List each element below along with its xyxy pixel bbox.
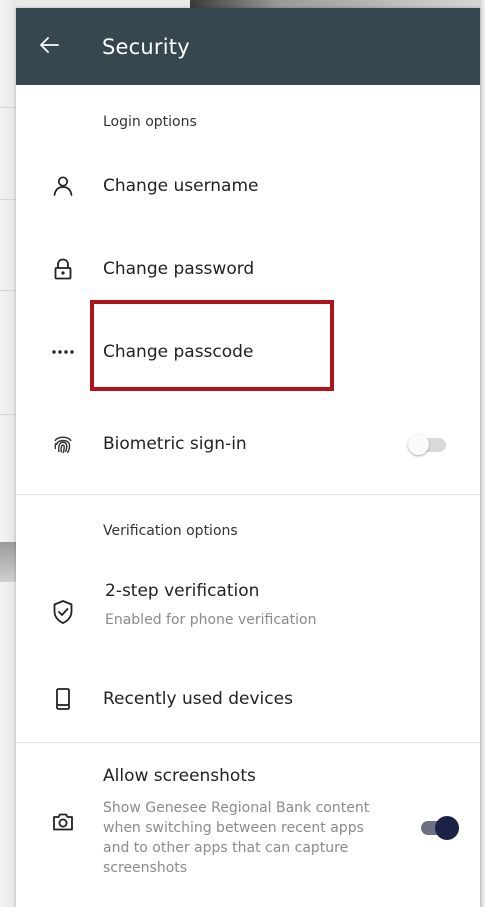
menu-item-label: Allow screenshots [103, 766, 256, 786]
section-divider [16, 494, 480, 495]
menu-item-label: Change password [103, 259, 255, 279]
back-button[interactable] [16, 8, 80, 85]
fingerprint-icon [49, 430, 77, 458]
page-title: Security [102, 34, 190, 59]
background-divider [0, 290, 16, 291]
menu-item-allow-screenshots[interactable]: Allow screenshots Show Genesee Regional … [16, 760, 480, 890]
background-divider [0, 414, 16, 415]
passcode-dots-icon [49, 338, 77, 366]
menu-item-change-username[interactable]: Change username [16, 156, 480, 216]
background-divider [0, 199, 16, 200]
menu-item-biometric-sign-in[interactable]: Biometric sign-in [16, 414, 480, 474]
section-label-login-options: Login options [103, 114, 197, 130]
security-screen: Security Login options Change username C… [16, 8, 480, 907]
biometric-toggle[interactable] [408, 434, 448, 455]
menu-item-label: Biometric sign-in [103, 434, 247, 454]
menu-item-label: 2-step verification [105, 581, 260, 601]
menu-item-recently-used-devices[interactable]: Recently used devices [16, 669, 480, 729]
highlight-box [90, 300, 334, 391]
description-line: screenshots [103, 860, 188, 876]
toggle-thumb [408, 434, 429, 455]
background-left [0, 0, 16, 907]
background-divider [0, 107, 16, 108]
menu-item-label: Recently used devices [103, 689, 293, 709]
lock-icon [49, 255, 77, 283]
app-bar: Security [16, 8, 480, 85]
background-top [190, 0, 485, 8]
menu-item-description: Show Genesee Regional Bank content when … [103, 798, 369, 878]
phone-device-icon [49, 685, 77, 713]
description-line: and to other apps that can capture [103, 840, 349, 856]
user-icon [49, 172, 77, 200]
description-line: when switching between recent apps [103, 820, 364, 836]
camera-icon [49, 808, 77, 836]
section-divider [16, 742, 480, 743]
menu-item-label: Change username [103, 176, 259, 196]
background-strip [0, 542, 16, 582]
menu-item-sublabel: Enabled for phone verification [105, 612, 317, 628]
menu-item-change-password[interactable]: Change password [16, 239, 480, 299]
description-line: Show Genesee Regional Bank content [103, 800, 370, 816]
arrow-left-icon [38, 36, 60, 58]
screenshots-toggle[interactable] [417, 816, 459, 840]
menu-item-2-step-verification[interactable]: 2-step verification Enabled for phone ve… [16, 574, 480, 650]
shield-check-icon [49, 598, 77, 626]
toggle-thumb [435, 816, 459, 840]
section-label-verification-options: Verification options [103, 523, 238, 539]
